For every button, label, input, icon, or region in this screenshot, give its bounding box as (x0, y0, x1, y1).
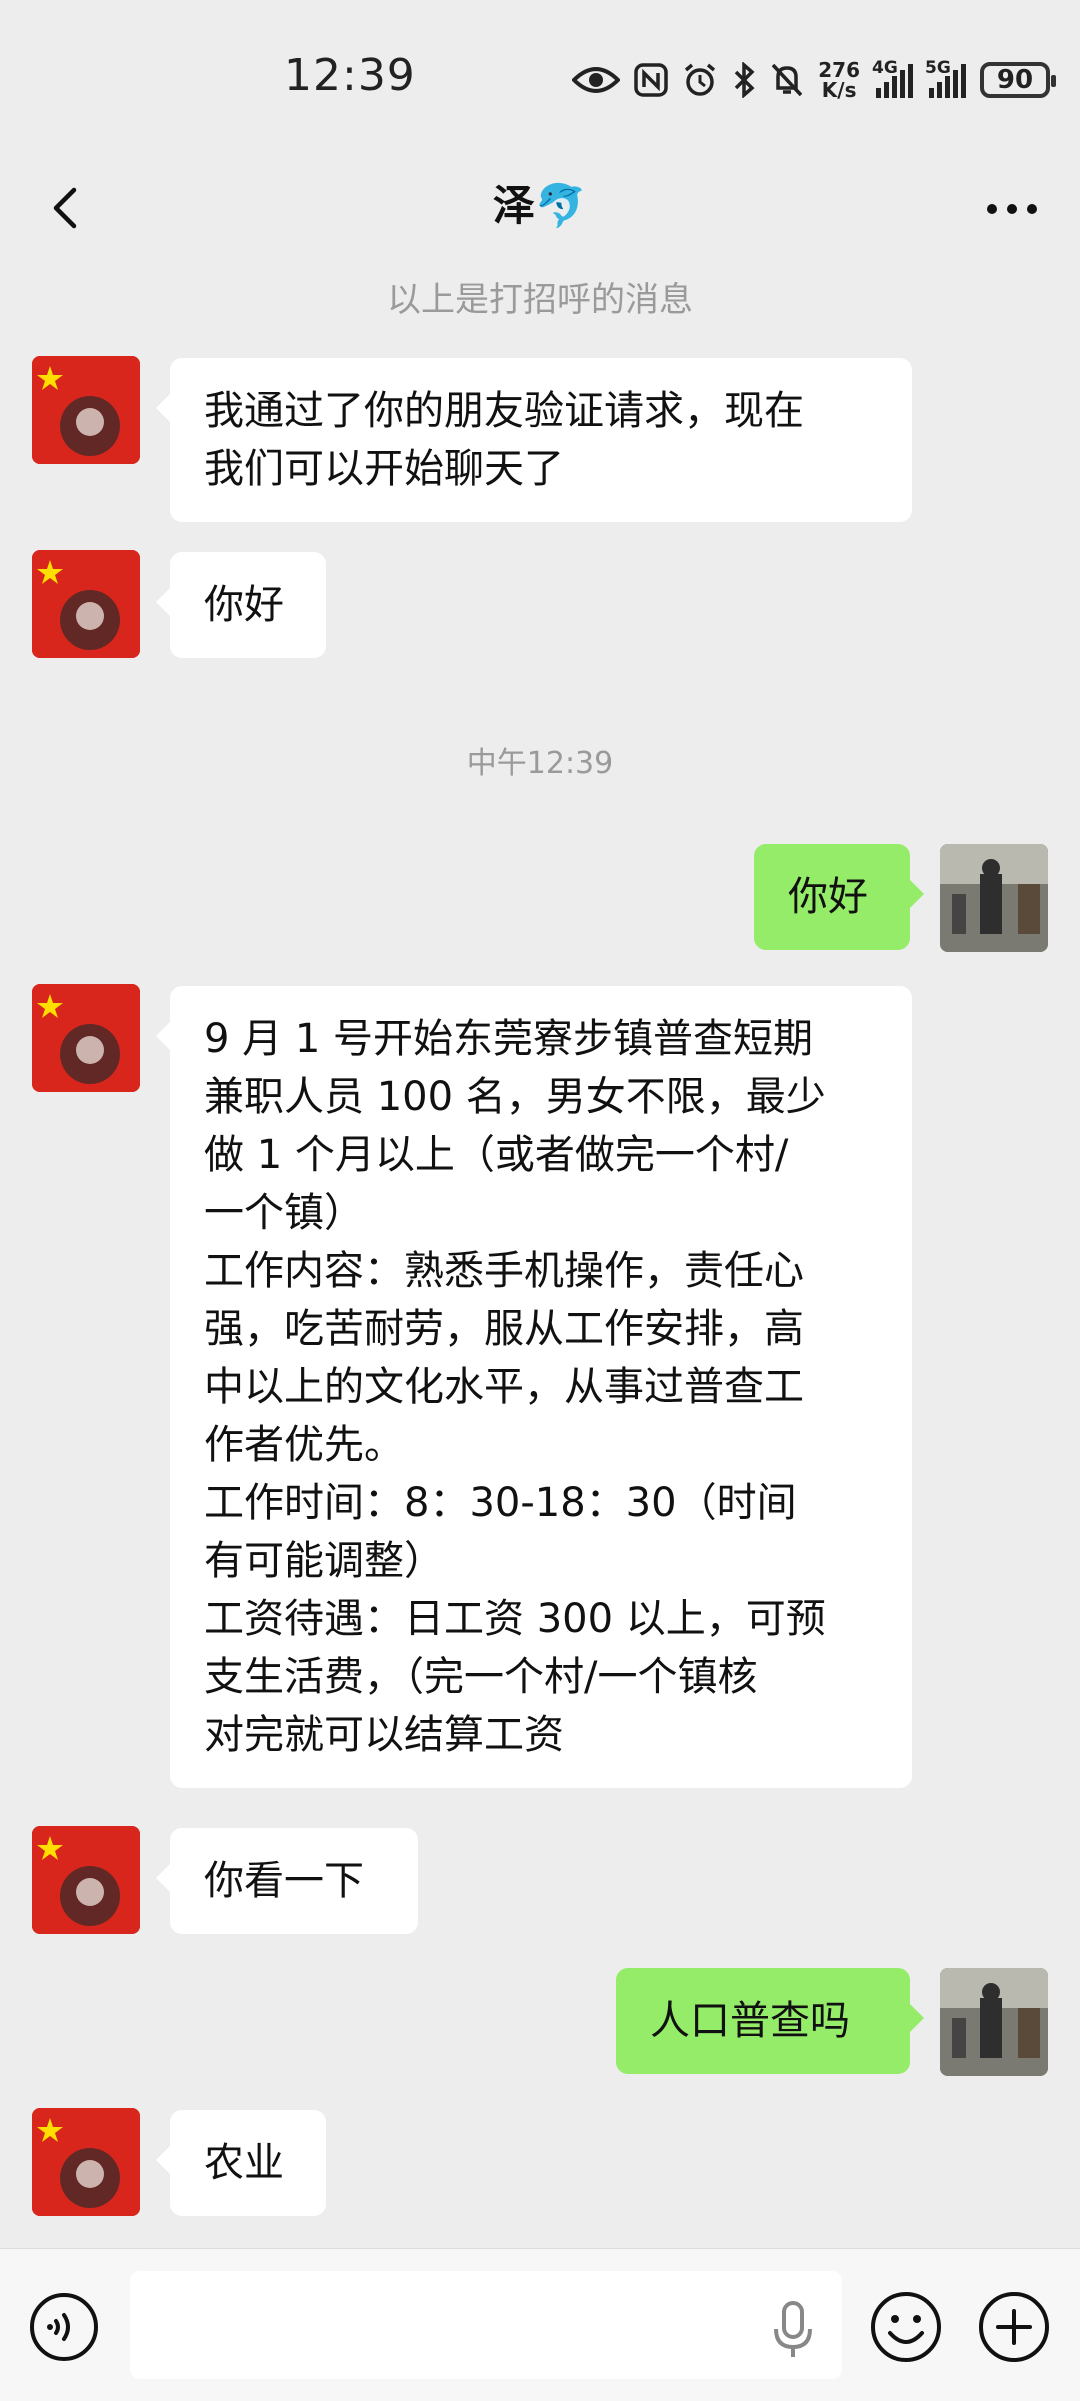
emoji-button[interactable] (868, 2289, 944, 2365)
signal-4g: 4G (872, 52, 913, 108)
contact-avatar[interactable] (32, 984, 140, 1092)
message-line: 工资待遇：日工资 300 以上，可预 (204, 1596, 826, 1642)
message-line: 你好 (788, 874, 868, 920)
emoji-icon (871, 2292, 941, 2362)
mic-icon (774, 2301, 812, 2357)
more-icon (987, 204, 1037, 214)
message-line: 人口普查吗 (650, 1998, 850, 2044)
self-avatar[interactable] (940, 1968, 1048, 2076)
message-line: 工作时间：8：30-18：30（时间 (204, 1480, 797, 1526)
message-bubble[interactable]: 9 月 1 号开始东莞寮步镇普查短期 兼职人员 100 名，男女不限，最少 做 … (156, 986, 912, 1788)
chat-header: 泽🐬 (0, 150, 1080, 268)
message-line: 有可能调整） (204, 1538, 444, 1584)
nfc-icon (634, 52, 668, 108)
chat-title: 泽🐬 (492, 181, 588, 230)
contact-avatar[interactable] (32, 550, 140, 658)
self-avatar[interactable] (940, 844, 1048, 952)
greeting-notice: 以上是打招呼的消息 (387, 280, 693, 320)
message-line: 农业 (204, 2140, 284, 2186)
signal-5g: 5G (925, 52, 966, 108)
eye-icon (572, 52, 621, 108)
message-line: 一个镇） (204, 1190, 364, 1236)
message-line: 我们可以开始聊天了 (204, 446, 564, 492)
message-line: 中以上的文化水平，从事过普查工 (204, 1364, 804, 1410)
net-speed: 276 K/s (818, 52, 860, 108)
net-speed-value: 276 (818, 58, 860, 82)
voice-button[interactable] (28, 2291, 100, 2363)
message-line: 你看一下 (204, 1858, 364, 1904)
alarm-icon (682, 52, 718, 108)
message-bubble[interactable]: 你好 (156, 552, 326, 658)
battery-level: 90 (980, 62, 1056, 98)
voice-icon (30, 2293, 98, 2361)
message-bubble[interactable]: 农业 (156, 2110, 326, 2216)
more-actions-button[interactable] (976, 2289, 1052, 2365)
contact-avatar[interactable] (32, 1826, 140, 1934)
message-line: 作者优先。 (204, 1422, 404, 1468)
message-input[interactable] (130, 2271, 842, 2379)
contact-avatar[interactable] (32, 356, 140, 464)
signal-4g-label: 4G (872, 58, 898, 78)
battery-indicator: 90 (980, 52, 1056, 108)
plus-icon (979, 2292, 1049, 2362)
input-bar (0, 2248, 1080, 2401)
message-timestamp: 中午12:39 (466, 746, 614, 781)
status-bar: 12:39 276 K/s 4G 5G 90 (0, 0, 1080, 150)
message-bubble[interactable]: 我通过了你的朋友验证请求，现在 我们可以开始聊天了 (156, 358, 912, 522)
message-line: 我通过了你的朋友验证请求，现在 (204, 388, 804, 434)
message-bubble[interactable]: 你看一下 (156, 1828, 418, 1934)
message-line: 做 1 个月以上（或者做完一个村/ (204, 1132, 789, 1178)
more-button[interactable] (982, 184, 1042, 234)
message-line: 支生活费，（完一个村/一个镇核 (204, 1654, 758, 1700)
status-icons: 276 K/s 4G 5G 90 (572, 52, 1056, 108)
net-speed-unit: K/s (821, 78, 857, 102)
message-line: 你好 (204, 582, 284, 628)
bluetooth-icon (732, 52, 756, 108)
message-line: 9 月 1 号开始东莞寮步镇普查短期 (204, 1016, 814, 1062)
contact-avatar[interactable] (32, 2108, 140, 2216)
message-line: 强，吃苦耐劳，服从工作安排，高 (204, 1306, 804, 1352)
message-bubble-sent[interactable]: 人口普查吗 (616, 1968, 924, 2074)
message-bubble-sent[interactable]: 你好 (754, 844, 924, 950)
message-line: 工作内容：熟悉手机操作，责任心 (204, 1248, 804, 1294)
signal-5g-label: 5G (925, 58, 951, 78)
status-time: 12:39 (284, 50, 416, 101)
mute-icon (770, 52, 804, 108)
message-line: 兼职人员 100 名，男女不限，最少 (204, 1074, 826, 1120)
message-line: 对完就可以结算工资 (204, 1712, 564, 1758)
mic-button[interactable] (768, 2299, 818, 2361)
